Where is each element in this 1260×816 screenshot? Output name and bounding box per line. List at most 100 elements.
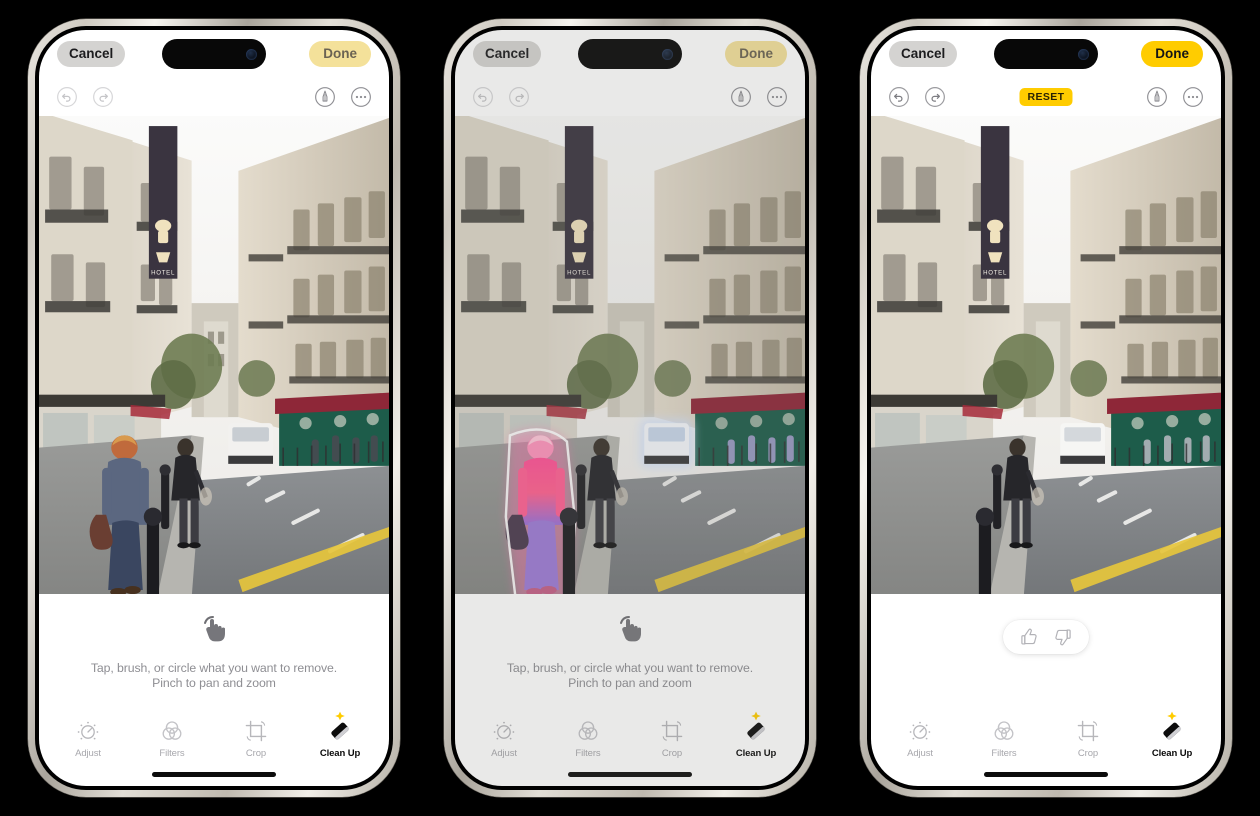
phone-2-navbar: Cancel Done [455, 30, 805, 78]
tab-filters-label: Filters [991, 748, 1017, 759]
phone-2-frame: Cancel Done HOTEL Tap, brush, or circle … [444, 19, 816, 797]
tab-cleanup-label: Clean Up [1151, 748, 1193, 759]
phone-3-photo[interactable]: HOTEL [871, 116, 1221, 594]
hint-line-2: Pinch to pan and zoom [152, 675, 276, 690]
street-scene-illustration-cleaned: HOTEL [871, 116, 1221, 594]
tap-hand-icon [201, 614, 227, 649]
street-scene-illustration: HOTEL [39, 116, 389, 594]
svg-text:HOTEL: HOTEL [567, 270, 591, 277]
filters-circles-icon [160, 716, 184, 746]
crop-icon [1076, 716, 1100, 746]
svg-text:HOTEL: HOTEL [151, 270, 175, 277]
phone-1-screen: Cancel Done HOTEL Tap, brush, or circle … [39, 30, 389, 786]
done-button[interactable]: Done [1141, 41, 1203, 67]
markup-pen-icon[interactable] [729, 85, 753, 109]
phone-1-photo[interactable]: HOTEL [39, 116, 389, 594]
tab-adjust-label: Adjust [907, 748, 933, 759]
markup-pen-icon[interactable] [313, 85, 337, 109]
adjust-dial-icon [492, 716, 516, 746]
hint-text: Tap, brush, or circle what you want to r… [91, 661, 337, 690]
cancel-button[interactable]: Cancel [473, 41, 542, 67]
phone-3-toolrow: RESET [871, 78, 1221, 116]
more-ellipsis-icon[interactable] [349, 85, 373, 109]
phone-1-frame: Cancel Done HOTEL Tap, brush, or circle … [28, 19, 400, 797]
phone-2-hint: Tap, brush, or circle what you want to r… [455, 594, 805, 712]
tab-adjust-label: Adjust [491, 748, 517, 759]
hotel-sign: HOTEL [148, 126, 178, 279]
phone-2-screen: Cancel Done HOTEL Tap, brush, or circle … [455, 30, 805, 786]
tab-cleanup-label: Clean Up [735, 748, 777, 759]
svg-text:HOTEL: HOTEL [983, 270, 1007, 277]
reset-button[interactable]: RESET [1019, 88, 1073, 106]
phone-1-navbar: Cancel Done [39, 30, 389, 78]
redo-icon[interactable] [923, 85, 947, 109]
filters-circles-icon [576, 716, 600, 746]
hint-line-1: Tap, brush, or circle what you want to r… [506, 661, 754, 675]
done-button[interactable]: Done [309, 41, 371, 67]
thumbs-up-icon[interactable] [1019, 627, 1039, 647]
tab-crop[interactable]: Crop [1063, 716, 1113, 759]
hint-text: Tap, brush, or circle what you want to r… [507, 661, 753, 690]
sparkle-badge-icon [1166, 710, 1178, 728]
phone-2-bezel: Cancel Done HOTEL Tap, brush, or circle … [451, 26, 809, 790]
crop-icon [660, 716, 684, 746]
hint-line-1: Tap, brush, or circle what you want to r… [90, 661, 338, 675]
home-indicator[interactable] [568, 772, 692, 777]
tab-filters-label: Filters [159, 748, 185, 759]
tab-adjust-label: Adjust [75, 748, 101, 759]
tap-hand-icon [617, 614, 643, 649]
more-ellipsis-icon[interactable] [1181, 85, 1205, 109]
home-indicator[interactable] [152, 772, 276, 777]
home-indicator[interactable] [984, 772, 1108, 777]
tab-crop[interactable]: Crop [647, 716, 697, 759]
sparkle-badge-icon [750, 710, 762, 728]
tab-cleanup[interactable]: Clean Up [315, 711, 365, 759]
tab-crop-label: Crop [245, 748, 267, 759]
tab-filters[interactable]: Filters [147, 716, 197, 759]
redo-icon[interactable] [91, 85, 115, 109]
phone-3-screen: Cancel Done RESET HOTEL Adjust Filters C… [871, 30, 1221, 786]
phone-gallery: Cancel Done HOTEL Tap, brush, or circle … [0, 0, 1260, 816]
phone-1-toolrow [39, 78, 389, 116]
crop-icon [244, 716, 268, 746]
phone-3-navbar: Cancel Done [871, 30, 1221, 78]
cancel-button[interactable]: Cancel [889, 41, 958, 67]
phone-3-bezel: Cancel Done RESET HOTEL Adjust Filters C… [867, 26, 1225, 790]
tab-adjust[interactable]: Adjust [63, 716, 113, 759]
tab-crop-label: Crop [1077, 748, 1099, 759]
thumbs-down-icon[interactable] [1053, 627, 1073, 647]
tab-cleanup[interactable]: Clean Up [731, 711, 781, 759]
phone-3-hint [871, 594, 1221, 712]
tab-adjust[interactable]: Adjust [895, 716, 945, 759]
hint-line-2: Pinch to pan and zoom [568, 675, 692, 690]
tab-cleanup-label: Clean Up [319, 748, 361, 759]
street-scene-illustration-selected: HOTEL [455, 116, 805, 594]
feedback-pill [1003, 620, 1089, 654]
done-button[interactable]: Done [725, 41, 787, 67]
adjust-dial-icon [76, 716, 100, 746]
adjust-dial-icon [908, 716, 932, 746]
cancel-button[interactable]: Cancel [57, 41, 126, 67]
tab-filters-label: Filters [575, 748, 601, 759]
sparkle-badge-icon [334, 710, 346, 728]
hotel-sign: HOTEL [980, 126, 1010, 279]
tab-filters[interactable]: Filters [563, 716, 613, 759]
undo-icon[interactable] [471, 85, 495, 109]
redo-icon[interactable] [507, 85, 531, 109]
phone-2-toolrow [455, 78, 805, 116]
tab-crop-label: Crop [661, 748, 683, 759]
markup-pen-icon[interactable] [1145, 85, 1169, 109]
more-ellipsis-icon[interactable] [765, 85, 789, 109]
tab-adjust[interactable]: Adjust [479, 716, 529, 759]
phone-1-bezel: Cancel Done HOTEL Tap, brush, or circle … [35, 26, 393, 790]
filters-circles-icon [992, 716, 1016, 746]
phone-1-hint: Tap, brush, or circle what you want to r… [39, 594, 389, 712]
phone-3-frame: Cancel Done RESET HOTEL Adjust Filters C… [860, 19, 1232, 797]
tab-filters[interactable]: Filters [979, 716, 1029, 759]
undo-icon[interactable] [887, 85, 911, 109]
phone-2-photo[interactable]: HOTEL [455, 116, 805, 594]
undo-icon[interactable] [55, 85, 79, 109]
tab-crop[interactable]: Crop [231, 716, 281, 759]
tab-cleanup[interactable]: Clean Up [1147, 711, 1197, 759]
hotel-sign: HOTEL [564, 126, 594, 279]
